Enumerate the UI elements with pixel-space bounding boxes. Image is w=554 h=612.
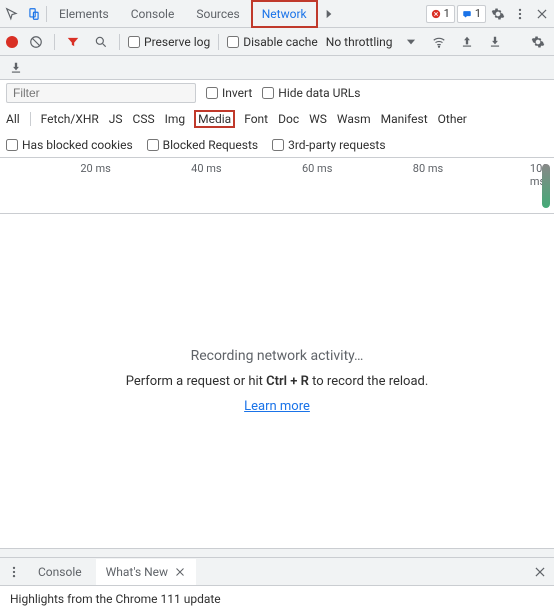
chevron-down-icon[interactable] [401, 32, 421, 52]
hide-data-urls-checkbox[interactable]: Hide data URLs [262, 86, 360, 100]
inspect-icon[interactable] [2, 4, 22, 24]
settings-icon[interactable] [488, 4, 508, 24]
type-manifest[interactable]: Manifest [381, 112, 428, 126]
hotkey-label: Ctrl + R [266, 374, 309, 389]
download-row [0, 56, 554, 80]
third-party-checkbox[interactable]: 3rd-party requests [272, 138, 385, 152]
filter-row: Invert Hide data URLs [0, 80, 554, 106]
filter-input[interactable] [6, 83, 196, 103]
type-font[interactable]: Font [244, 112, 268, 126]
drawer-tabs: Console What's New [0, 558, 554, 586]
separator [30, 112, 31, 126]
empty-state: Recording network activity… Perform a re… [0, 214, 554, 548]
hide-data-urls-label: Hide data URLs [278, 86, 360, 100]
blocked-cookies-checkbox[interactable]: Has blocked cookies [6, 138, 133, 152]
type-all[interactable]: All [6, 112, 20, 126]
third-party-label: 3rd-party requests [288, 138, 385, 152]
more-tabs-icon[interactable] [319, 4, 339, 24]
errors-count: 1 [444, 7, 450, 20]
network-settings-icon[interactable] [528, 32, 548, 52]
separator [46, 6, 47, 22]
tick-label: 60 ms [302, 162, 332, 175]
clear-icon[interactable] [26, 32, 46, 52]
disable-cache-label: Disable cache [243, 35, 318, 49]
tab-console[interactable]: Console [121, 1, 185, 27]
overview-scrollbar[interactable] [542, 164, 550, 208]
blocked-requests-label: Blocked Requests [163, 138, 258, 152]
device-toolbar-icon[interactable] [24, 4, 44, 24]
more-icon[interactable] [510, 4, 530, 24]
overview-timeline[interactable]: 20 ms 40 ms 60 ms 80 ms 100 ms [0, 158, 554, 214]
record-button[interactable] [6, 36, 18, 48]
type-wasm[interactable]: Wasm [337, 112, 371, 126]
type-other[interactable]: Other [438, 112, 467, 126]
drawer-close-icon[interactable] [530, 562, 550, 582]
type-doc[interactable]: Doc [278, 112, 299, 126]
hint-text: Perform a request or hit Ctrl + R to rec… [126, 374, 429, 389]
drawer-tab-whatsnew[interactable]: What's New [96, 559, 196, 585]
preserve-log-checkbox[interactable]: Preserve log [128, 35, 210, 49]
download-icon[interactable] [485, 32, 505, 52]
upload-icon[interactable] [457, 32, 477, 52]
whatsnew-headline: Highlights from the Chrome 111 update [10, 592, 221, 606]
messages-count: 1 [475, 7, 481, 20]
tick-label: 40 ms [191, 162, 221, 175]
separator [218, 34, 219, 50]
disable-cache-checkbox[interactable]: Disable cache [227, 35, 318, 49]
download-har-icon[interactable] [6, 58, 26, 78]
message-icon [462, 9, 472, 19]
tab-network[interactable]: Network [252, 1, 317, 27]
invert-label: Invert [222, 86, 252, 100]
devtools-panel-tabs: Elements Console Sources Network 1 1 [0, 0, 554, 28]
drawer-resize-handle[interactable] [0, 548, 554, 558]
error-icon [431, 9, 441, 19]
invert-checkbox[interactable]: Invert [206, 86, 252, 100]
network-conditions-icon[interactable] [429, 32, 449, 52]
messages-badge[interactable]: 1 [457, 5, 486, 23]
blocked-requests-checkbox[interactable]: Blocked Requests [147, 138, 258, 152]
blocked-cookies-label: Has blocked cookies [22, 138, 133, 152]
preserve-log-label: Preserve log [144, 35, 210, 49]
separator [54, 34, 55, 50]
search-icon[interactable] [91, 32, 111, 52]
type-img[interactable]: Img [165, 112, 186, 126]
extra-filters-row: Has blocked cookies Blocked Requests 3rd… [0, 132, 554, 158]
resource-type-filter: All Fetch/XHR JS CSS Img Media Font Doc … [0, 106, 554, 132]
close-icon[interactable] [532, 4, 552, 24]
type-media[interactable]: Media [195, 111, 234, 127]
network-toolbar: Preserve log Disable cache No throttling [0, 28, 554, 56]
type-ws[interactable]: WS [309, 112, 327, 126]
drawer-tab-console[interactable]: Console [28, 559, 92, 585]
type-css[interactable]: CSS [133, 112, 155, 126]
separator [119, 34, 120, 50]
type-fetch[interactable]: Fetch/XHR [41, 112, 99, 126]
tick-label: 80 ms [413, 162, 443, 175]
throttling-select[interactable]: No throttling [326, 35, 393, 49]
tick-label: 20 ms [80, 162, 110, 175]
errors-badge[interactable]: 1 [426, 5, 455, 23]
tab-close-icon[interactable] [174, 566, 186, 578]
learn-more-link[interactable]: Learn more [244, 399, 310, 414]
type-js[interactable]: JS [109, 112, 123, 126]
tab-sources[interactable]: Sources [186, 1, 249, 27]
tab-elements[interactable]: Elements [49, 1, 119, 27]
drawer-menu-icon[interactable] [4, 562, 24, 582]
recording-text: Recording network activity… [191, 348, 364, 364]
filter-icon[interactable] [63, 32, 83, 52]
whatsnew-content: Highlights from the Chrome 111 update [0, 586, 554, 612]
